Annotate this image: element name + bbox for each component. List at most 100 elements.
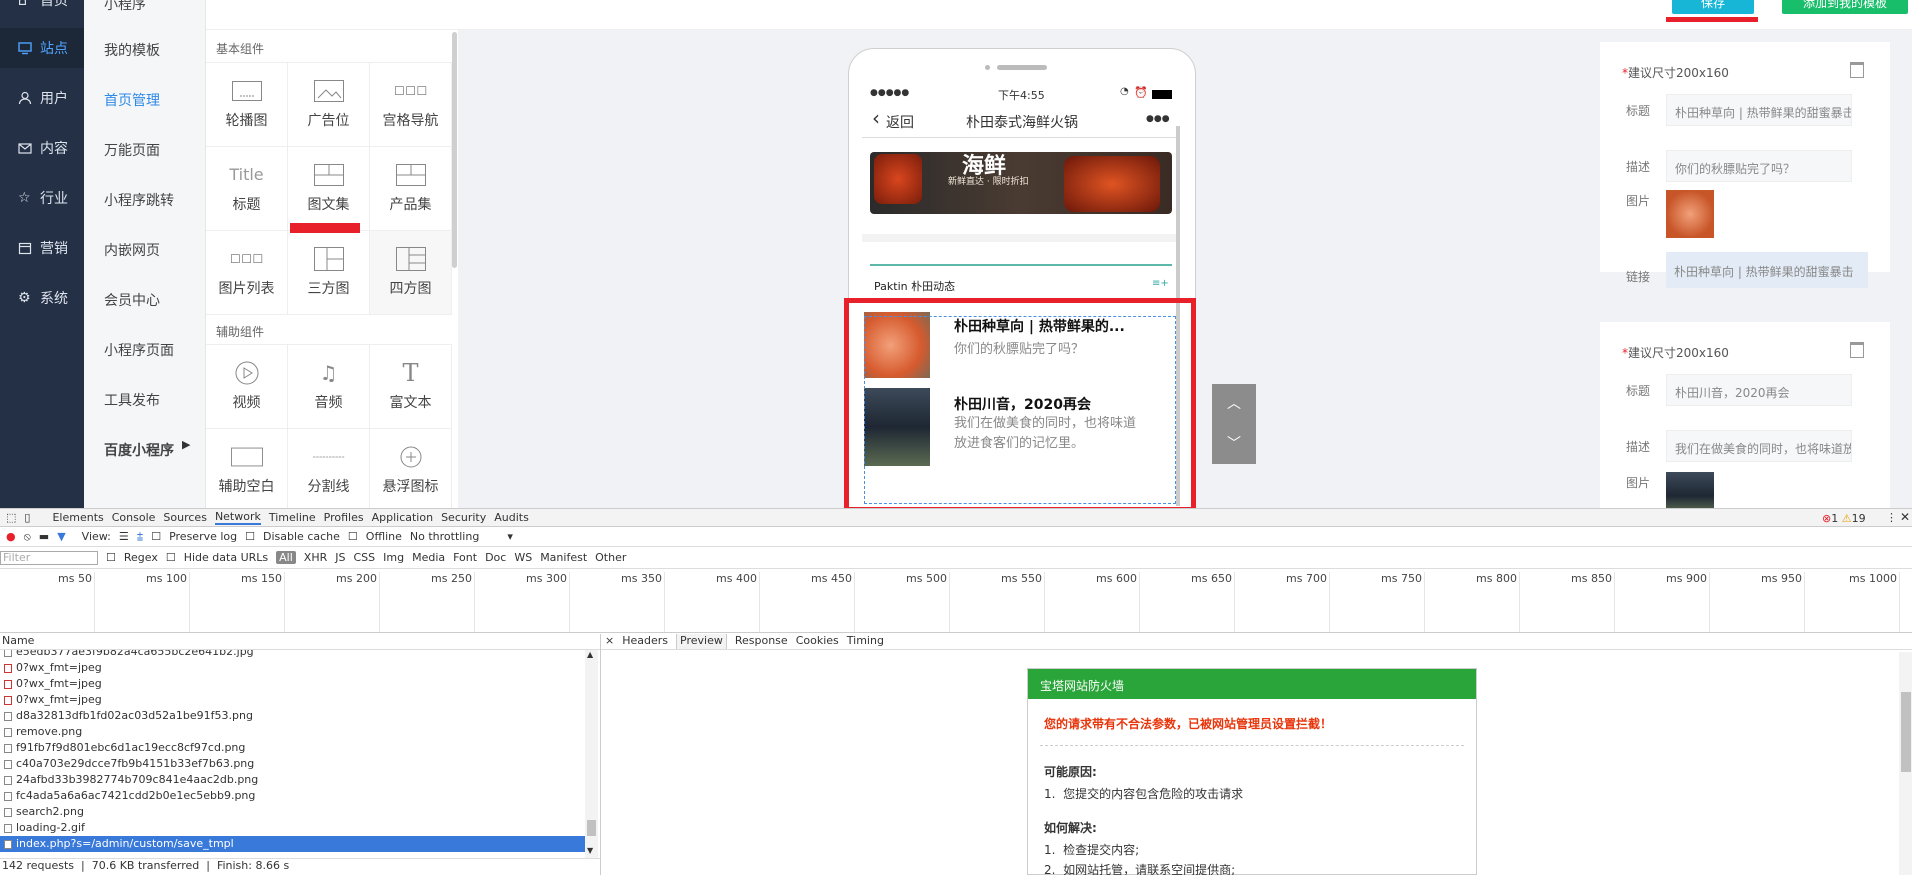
subnav-item-embedded-page[interactable]: 内嵌网页 xyxy=(104,240,160,260)
image-thumbnail[interactable] xyxy=(1666,472,1714,512)
component-audio[interactable]: ♫ 音频 xyxy=(288,345,370,429)
subnav-item-universal-page[interactable]: 万能页面 xyxy=(104,140,160,160)
component-ad-slot[interactable]: 广告位 xyxy=(288,63,370,147)
tab-console[interactable]: Console xyxy=(112,511,156,524)
type-media[interactable]: Media xyxy=(412,551,445,564)
component-four-image[interactable]: 四方图 xyxy=(370,231,452,315)
desc-input[interactable]: 我们在做美食的同时，也将味道放 xyxy=(1666,430,1852,462)
tab-application[interactable]: Application xyxy=(372,511,433,524)
close-icon[interactable]: ✕ xyxy=(1900,510,1910,524)
type-all[interactable]: All xyxy=(276,551,296,564)
scroll-thumb[interactable] xyxy=(587,820,596,836)
component-rich-text[interactable]: T 富文本 xyxy=(370,345,452,429)
chevron-down-icon[interactable]: ▾ xyxy=(507,530,513,543)
component-image-list[interactable]: 图片列表 xyxy=(206,231,288,315)
disable-cache-checkbox[interactable]: ☐ xyxy=(245,530,255,543)
save-button[interactable]: 保存 xyxy=(1672,0,1754,14)
request-row[interactable]: index.php?s=/admin/custom/save_tmpl xyxy=(0,836,585,852)
move-up-button[interactable]: ︿ xyxy=(1212,384,1256,424)
close-detail-icon[interactable]: × xyxy=(605,634,614,649)
device-icon[interactable]: ▯ xyxy=(24,511,30,524)
subnav-item-tool-publish[interactable]: 工具发布 xyxy=(104,390,160,410)
type-js[interactable]: JS xyxy=(335,551,345,564)
type-css[interactable]: CSS xyxy=(353,551,375,564)
inspect-icon[interactable]: ⬚ xyxy=(6,511,16,524)
scroll-thumb[interactable] xyxy=(1901,692,1911,772)
delete-icon[interactable] xyxy=(1850,342,1864,358)
desc-input[interactable]: 你们的秋膘贴完了吗？ xyxy=(1666,150,1852,182)
add-template-button[interactable]: 添加到我的模板 xyxy=(1782,0,1908,14)
tab-headers[interactable]: Headers xyxy=(622,634,668,649)
tab-timing[interactable]: Timing xyxy=(847,634,884,649)
title-input[interactable]: 朴田川音，2020再会 xyxy=(1666,374,1852,406)
type-other[interactable]: Other xyxy=(595,551,626,564)
filter-icon[interactable]: ▼ xyxy=(57,530,65,543)
tab-timeline[interactable]: Timeline xyxy=(269,511,316,524)
request-row[interactable]: 0?wx_fmt=jpeg xyxy=(0,692,585,708)
delete-icon[interactable] xyxy=(1850,62,1864,78)
component-carousel[interactable]: 轮播图 xyxy=(206,63,288,147)
component-blank-space[interactable]: 辅助空白 xyxy=(206,429,288,513)
component-title[interactable]: Title 标题 xyxy=(206,147,288,231)
timeline-overview[interactable] xyxy=(0,570,1912,633)
tab-security[interactable]: Security xyxy=(441,511,486,524)
type-font[interactable]: Font xyxy=(453,551,477,564)
list-view-icon[interactable]: ☰ xyxy=(119,530,129,543)
request-row[interactable]: d8a32813dfb1fd02ac03d52a1be91f53.png xyxy=(0,708,585,724)
scroll-down-icon[interactable]: ▼ xyxy=(587,846,593,855)
component-three-image[interactable]: 三方图 xyxy=(288,231,370,315)
tab-elements[interactable]: Elements xyxy=(52,511,103,524)
offline-checkbox[interactable]: ☐ xyxy=(348,530,358,543)
component-article-set[interactable]: 图文集 xyxy=(288,147,370,231)
devtools-menu-icon[interactable]: ⋮ xyxy=(1886,511,1897,524)
sidebar-item-site[interactable]: 站点 xyxy=(0,28,84,68)
component-video[interactable]: 视频 xyxy=(206,345,288,429)
sidebar-item-system[interactable]: ⚙ 系统 xyxy=(0,278,84,318)
component-grid-nav[interactable]: 宫格导航 xyxy=(370,63,452,147)
subnav-item-mp-page[interactable]: 小程序页面 xyxy=(104,340,174,360)
request-row[interactable]: search2.png xyxy=(0,804,585,820)
tab-audits[interactable]: Audits xyxy=(494,511,529,524)
request-row[interactable]: remove.png xyxy=(0,724,585,740)
tab-sources[interactable]: Sources xyxy=(163,511,207,524)
name-column-header[interactable]: Name xyxy=(2,634,34,647)
preview-scrollbar[interactable] xyxy=(1899,652,1912,875)
tab-network[interactable]: Network xyxy=(214,510,261,525)
banner-image[interactable]: 海鲜 新鲜直达 · 限时折扣 xyxy=(870,152,1172,214)
subnav-item-baidu-mp[interactable]: 百度小程序 xyxy=(104,440,174,460)
request-row[interactable]: c40a703e29dcce7fb9b4151b33ef7b63.png xyxy=(0,756,585,772)
hide-data-urls-checkbox[interactable]: ☐ xyxy=(166,551,176,564)
request-list-scrollbar[interactable]: ▲ ▼ xyxy=(585,650,598,858)
component-panel-scrollbar[interactable] xyxy=(452,32,457,268)
tab-response[interactable]: Response xyxy=(735,634,788,649)
regex-checkbox[interactable]: ☐ xyxy=(106,551,116,564)
request-row[interactable]: f91fb7f9d801ebc6d1ac19ecc8cf97cd.png xyxy=(0,740,585,756)
subnav-item-my-templates[interactable]: 我的模板 xyxy=(104,40,160,60)
error-warning-counts[interactable]: ⊗1 ⚠19 xyxy=(1822,512,1866,525)
preserve-log-checkbox[interactable]: ☐ xyxy=(151,530,161,543)
sidebar-item-home[interactable]: ⌂ 首页 xyxy=(0,0,84,20)
camera-icon[interactable]: ▬ xyxy=(39,530,49,543)
image-thumbnail[interactable] xyxy=(1666,190,1714,238)
back-button[interactable]: 返回 xyxy=(886,112,914,132)
sidebar-item-users[interactable]: 用户 xyxy=(0,78,84,118)
subnav-item-mp-jump[interactable]: 小程序跳转 xyxy=(104,190,174,210)
component-float-icon[interactable]: 悬浮图标 xyxy=(370,429,452,513)
record-icon[interactable]: ● xyxy=(6,530,16,543)
throttling-select[interactable]: No throttling xyxy=(410,530,479,543)
subnav-item-miniprogram[interactable]: 小程序 xyxy=(104,0,146,14)
component-product-set[interactable]: 产品集 xyxy=(370,147,452,231)
component-divider[interactable]: 分割线 xyxy=(288,429,370,513)
request-row[interactable]: loading-2.gif xyxy=(0,820,585,836)
filter-input[interactable]: Filter xyxy=(0,550,98,565)
request-row[interactable]: 0?wx_fmt=jpeg xyxy=(0,676,585,692)
request-row[interactable]: 0?wx_fmt=jpeg xyxy=(0,660,585,676)
type-manifest[interactable]: Manifest xyxy=(540,551,587,564)
type-doc[interactable]: Doc xyxy=(485,551,506,564)
sidebar-item-marketing[interactable]: 营销 xyxy=(0,228,84,268)
more-icon[interactable]: ●●● xyxy=(1146,114,1170,124)
subnav-item-home-manage[interactable]: 首页管理 xyxy=(104,90,160,110)
waterfall-view-icon[interactable]: ⩲ xyxy=(137,530,143,544)
type-ws[interactable]: WS xyxy=(514,551,532,564)
title-input[interactable]: 朴田种草向 | 热带鲜果的甜蜜暴击 xyxy=(1666,94,1852,126)
